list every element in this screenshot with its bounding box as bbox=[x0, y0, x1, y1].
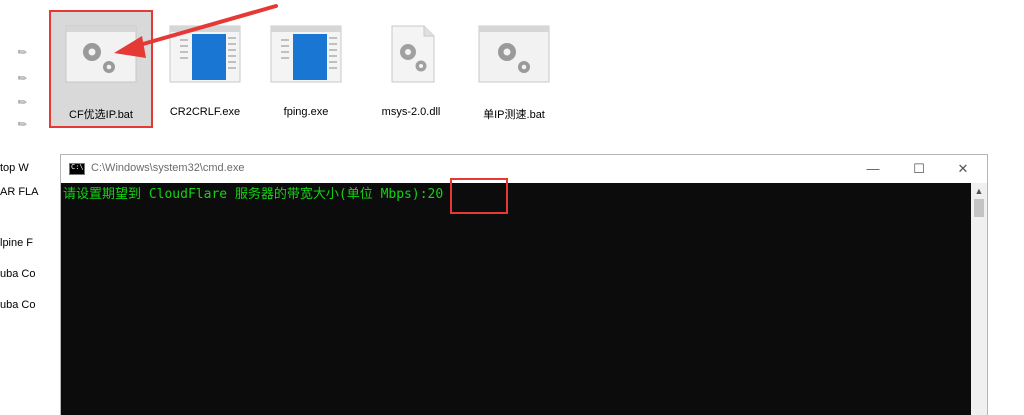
pin-icon[interactable]: ✎ bbox=[16, 70, 33, 86]
input-highlight-box bbox=[450, 178, 508, 214]
maximize-button[interactable]: ☐ bbox=[897, 158, 941, 180]
exe-window-icon bbox=[270, 25, 342, 83]
pin-icon[interactable]: ✎ bbox=[16, 44, 33, 60]
file-name: CF优选IP.bat bbox=[69, 109, 133, 121]
file-name: msys-2.0.dll bbox=[381, 106, 441, 118]
nav-item[interactable]: lpine F bbox=[0, 237, 33, 249]
window-title: C:\Windows\system32\cmd.exe bbox=[91, 162, 245, 174]
file-item-cr2crlf[interactable]: CR2CRLF.exe bbox=[155, 12, 255, 126]
cmd-window[interactable]: C:\Windows\system32\cmd.exe — ☐ ✕ 请设置期望到… bbox=[60, 154, 988, 415]
title-bar[interactable]: C:\Windows\system32\cmd.exe — ☐ ✕ bbox=[61, 155, 987, 183]
pin-icon[interactable]: ✎ bbox=[16, 94, 33, 110]
cmd-icon bbox=[69, 163, 85, 175]
file-name: 单IP测速.bat bbox=[483, 109, 545, 121]
nav-item[interactable]: top W bbox=[0, 162, 29, 174]
console-prompt: 请设置期望到 CloudFlare 服务器的带宽大小(单位 Mbps): bbox=[63, 187, 428, 202]
console-input[interactable]: 20 bbox=[428, 187, 444, 202]
nav-item[interactable]: uba Co bbox=[0, 299, 35, 311]
vertical-scrollbar[interactable]: ▲ bbox=[971, 183, 987, 415]
close-button[interactable]: ✕ bbox=[941, 158, 985, 180]
scroll-thumb[interactable] bbox=[974, 199, 984, 217]
console-line: 请设置期望到 CloudFlare 服务器的带宽大小(单位 Mbps):20 bbox=[63, 183, 443, 202]
console-output[interactable]: 请设置期望到 CloudFlare 服务器的带宽大小(单位 Mbps):20 bbox=[61, 183, 972, 415]
pin-icon[interactable]: ✎ bbox=[16, 116, 33, 132]
file-item-msys-dll[interactable]: msys-2.0.dll bbox=[361, 12, 461, 126]
file-item-single-ip-bat[interactable]: 单IP测速.bat bbox=[464, 12, 564, 126]
nav-item[interactable]: uba Co bbox=[0, 268, 35, 280]
file-item-fping[interactable]: fping.exe bbox=[256, 12, 356, 126]
scroll-up-icon[interactable]: ▲ bbox=[971, 185, 987, 197]
file-name: fping.exe bbox=[283, 106, 329, 118]
file-name: CR2CRLF.exe bbox=[169, 106, 241, 118]
dll-gear-icon bbox=[391, 25, 435, 83]
file-item-cf-bat[interactable]: CF优选IP.bat bbox=[49, 10, 153, 128]
batch-gear-icon bbox=[65, 25, 137, 83]
exe-window-icon bbox=[169, 25, 241, 83]
batch-gear-icon bbox=[478, 25, 550, 83]
minimize-button[interactable]: — bbox=[851, 158, 895, 180]
nav-item[interactable]: AR FLA bbox=[0, 186, 39, 198]
